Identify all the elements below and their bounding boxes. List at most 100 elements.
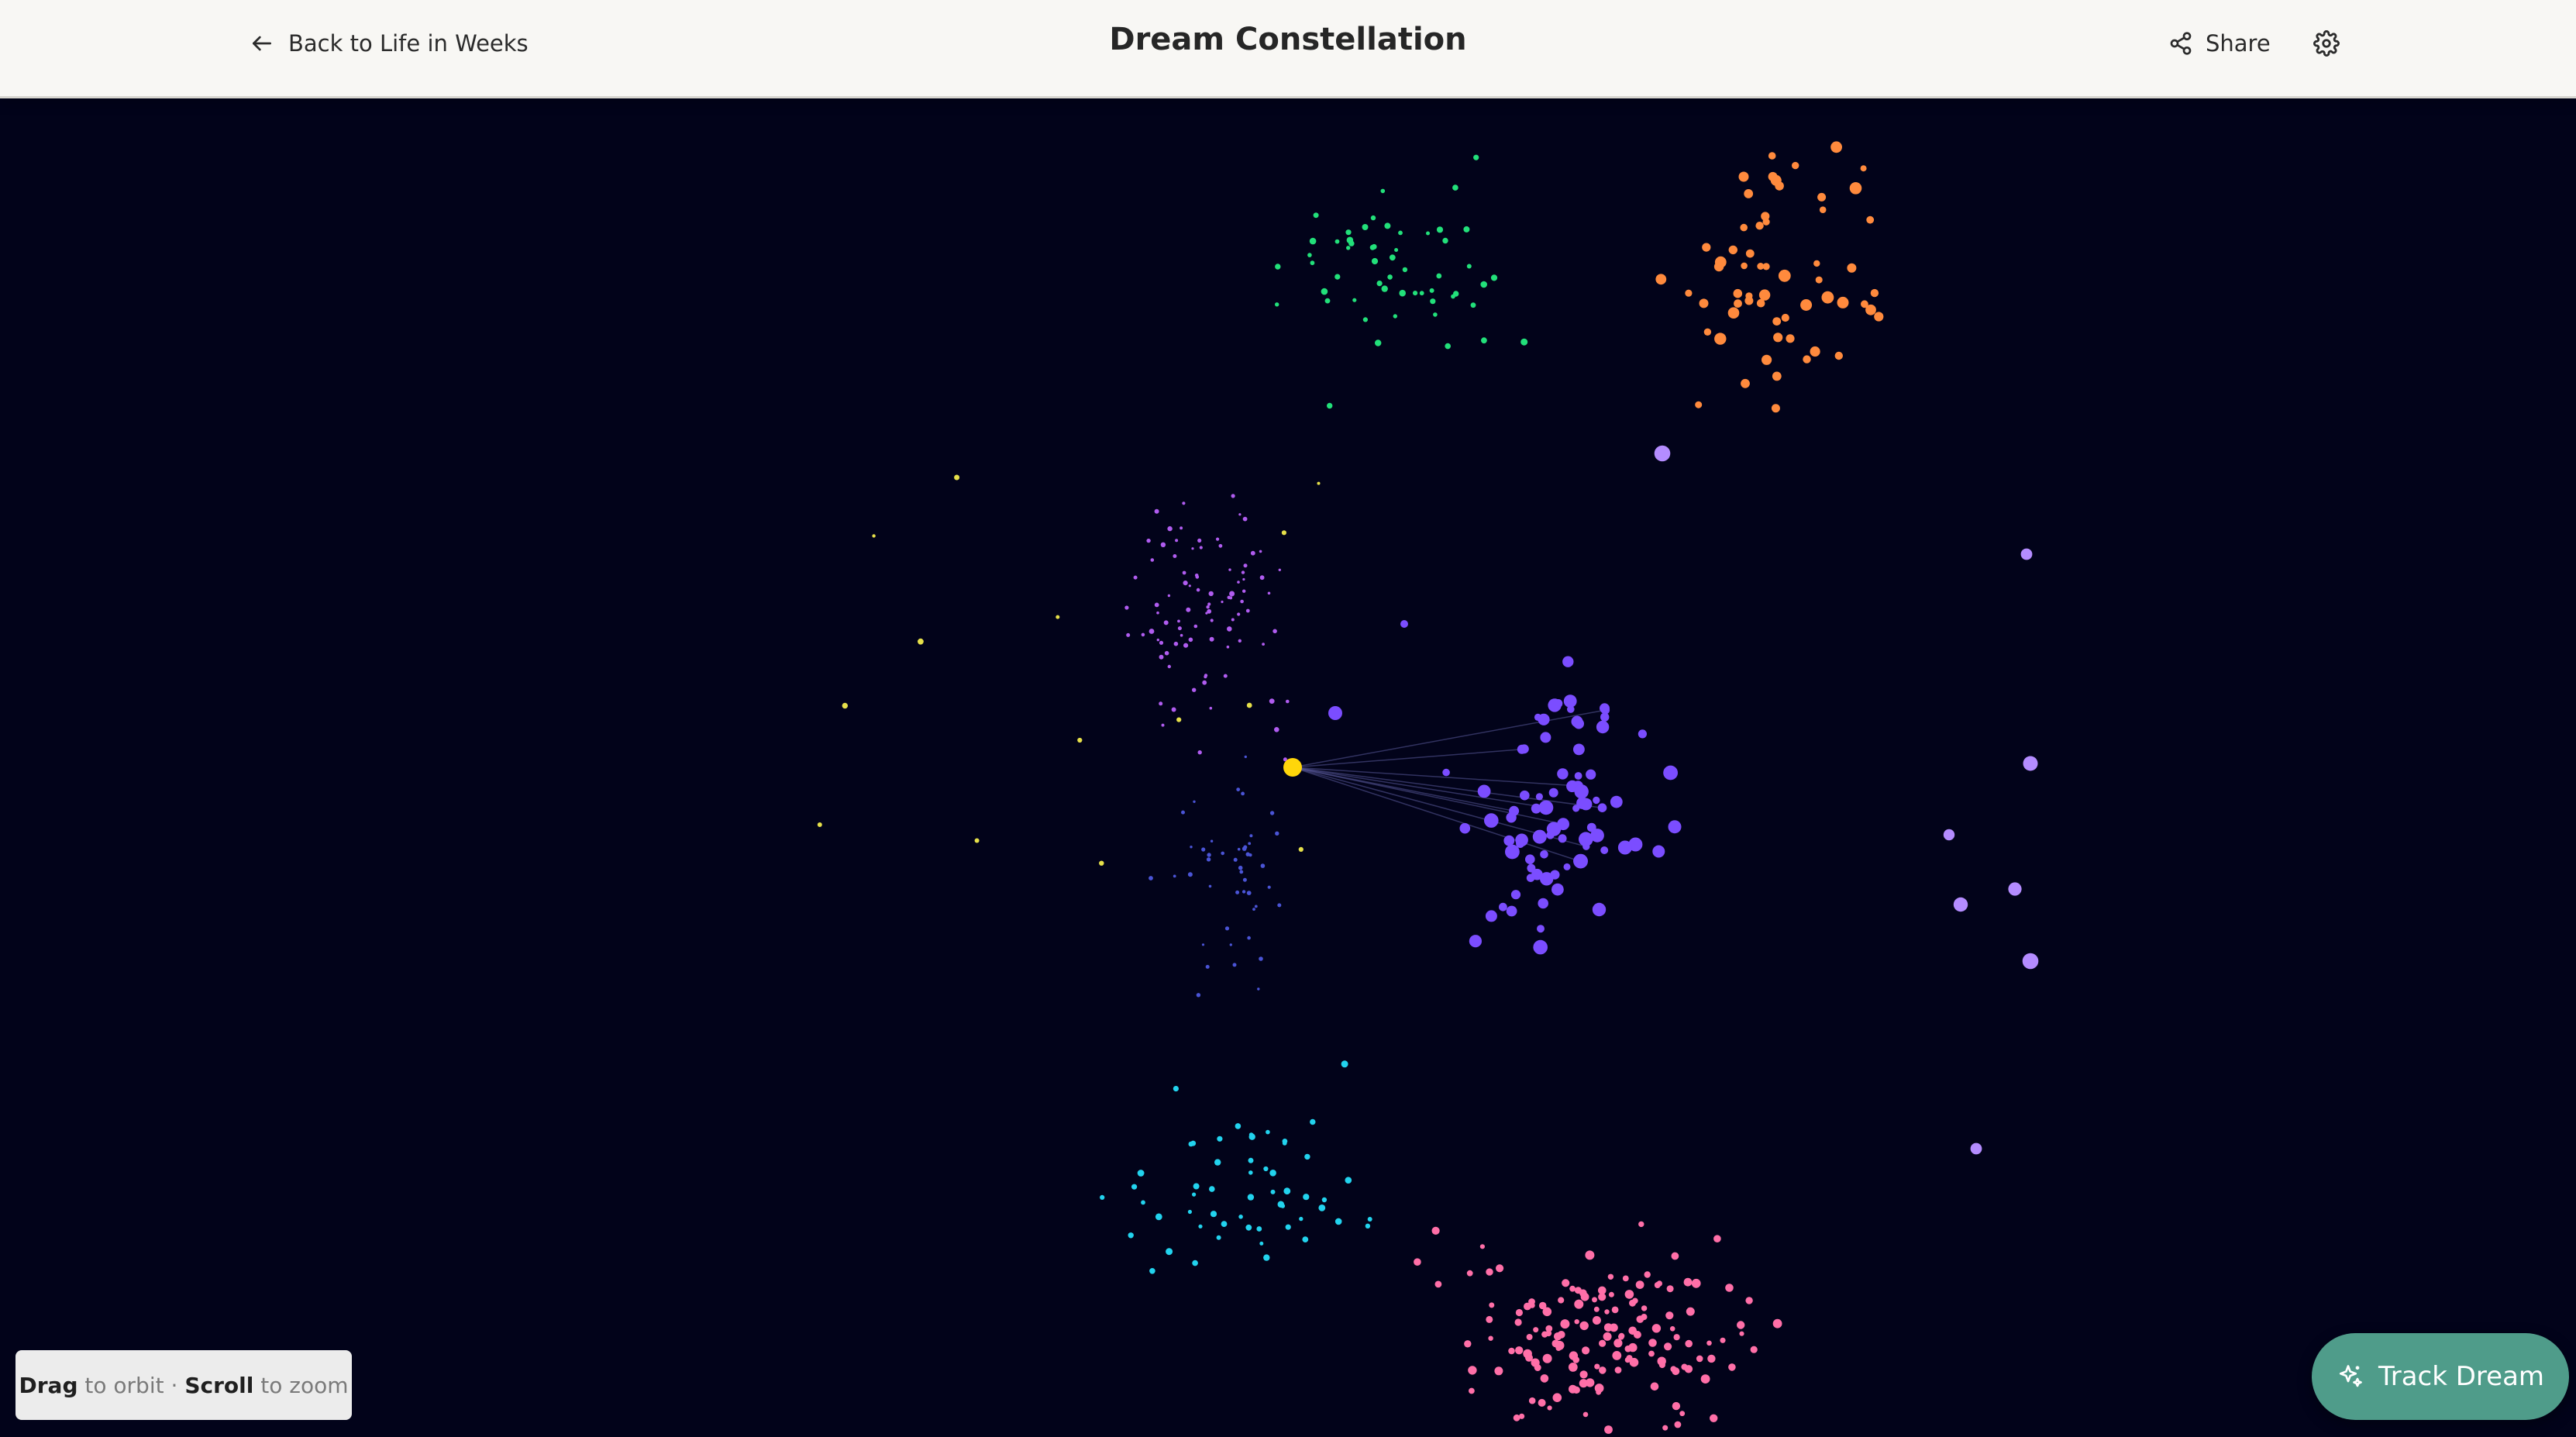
- dream-star-purple[interactable]: [1223, 674, 1228, 678]
- dream-star-purple[interactable]: [1274, 727, 1279, 732]
- dream-star-purple[interactable]: [1238, 639, 1242, 643]
- dream-star-violet[interactable]: [1610, 795, 1623, 808]
- dream-star-pink[interactable]: [1681, 1363, 1688, 1370]
- dream-star-pink[interactable]: [1613, 1339, 1623, 1348]
- dream-star-purple[interactable]: [1221, 600, 1224, 604]
- dream-star-cyan[interactable]: [1235, 1123, 1242, 1129]
- dream-star-purple[interactable]: [1262, 643, 1265, 646]
- dream-star-cyan[interactable]: [1100, 1194, 1105, 1200]
- dream-star-yellow[interactable]: [1099, 860, 1104, 866]
- dream-star-purple[interactable]: [1218, 543, 1223, 548]
- dream-star-blue[interactable]: [1246, 891, 1252, 895]
- dream-star-blue[interactable]: [1206, 857, 1211, 862]
- dream-star-pink[interactable]: [1737, 1321, 1745, 1329]
- dream-star-blue[interactable]: [1241, 791, 1245, 796]
- dream-star-pink[interactable]: [1494, 1366, 1503, 1376]
- dream-star-pink[interactable]: [1685, 1339, 1693, 1348]
- dream-star-pink[interactable]: [1489, 1302, 1495, 1308]
- dream-star-orange[interactable]: [1773, 333, 1783, 343]
- dream-star-green[interactable]: [1275, 264, 1281, 270]
- dream-star-cyan[interactable]: [1247, 1194, 1255, 1201]
- dream-star-violet[interactable]: [1503, 835, 1515, 846]
- dream-star-orange[interactable]: [1847, 263, 1857, 273]
- dream-star-purple[interactable]: [1238, 513, 1242, 516]
- dream-star-yellow[interactable]: [1056, 615, 1060, 619]
- dream-star-orange[interactable]: [1741, 378, 1750, 388]
- dream-star-orange[interactable]: [1834, 351, 1843, 360]
- dream-star-pink[interactable]: [1592, 1297, 1597, 1303]
- dream-star-pink[interactable]: [1582, 1411, 1589, 1418]
- dream-star-orange[interactable]: [1758, 289, 1771, 301]
- dream-star-green[interactable]: [1463, 226, 1470, 233]
- dream-star-orange[interactable]: [1830, 141, 1843, 153]
- dream-star-orange[interactable]: [1810, 346, 1820, 357]
- dream-star-orange[interactable]: [1874, 312, 1884, 322]
- dream-star-pink[interactable]: [1710, 1414, 1718, 1423]
- dream-star-pink[interactable]: [1674, 1421, 1682, 1428]
- dream-star-blue[interactable]: [1277, 903, 1282, 908]
- dream-star-blue[interactable]: [1244, 755, 1248, 759]
- dream-star-blue[interactable]: [1242, 877, 1247, 882]
- dream-star-pink[interactable]: [1568, 1363, 1578, 1372]
- dream-star-yellow[interactable]: [1281, 530, 1286, 536]
- dream-star-yellow[interactable]: [1176, 717, 1182, 722]
- dream-star-lavender[interactable]: [1970, 1142, 1982, 1155]
- dream-star-cyan[interactable]: [1318, 1204, 1326, 1211]
- dream-star-cyan[interactable]: [1217, 1135, 1223, 1142]
- dream-star-yellow[interactable]: [954, 474, 960, 481]
- dream-star-pink[interactable]: [1650, 1382, 1659, 1391]
- dream-star-violet[interactable]: [1557, 768, 1569, 780]
- dream-star-pink[interactable]: [1434, 1280, 1442, 1288]
- dream-star-cyan[interactable]: [1214, 1159, 1221, 1166]
- dream-star-pink[interactable]: [1553, 1332, 1562, 1341]
- dream-star-violet[interactable]: [1663, 765, 1679, 781]
- dream-star-blue[interactable]: [1254, 905, 1258, 908]
- dream-star-violet[interactable]: [1652, 845, 1665, 858]
- dream-star-purple[interactable]: [1242, 516, 1248, 522]
- dream-star-orange[interactable]: [1817, 192, 1827, 202]
- dream-star-violet[interactable]: [1538, 898, 1548, 909]
- dream-star-pink[interactable]: [1706, 1340, 1712, 1346]
- dream-star-pink[interactable]: [1679, 1411, 1686, 1417]
- dream-star-green[interactable]: [1402, 267, 1408, 273]
- dream-star-purple[interactable]: [1177, 619, 1180, 623]
- dream-star-orange[interactable]: [1702, 243, 1711, 252]
- dream-star-blue[interactable]: [1173, 874, 1176, 878]
- dream-star-violet[interactable]: [1328, 706, 1342, 720]
- dream-star-purple[interactable]: [1167, 594, 1171, 598]
- dream-star-cyan[interactable]: [1210, 1211, 1217, 1218]
- dream-star-violet[interactable]: [1574, 784, 1589, 799]
- dream-star-purple[interactable]: [1141, 632, 1145, 637]
- dream-star-orange[interactable]: [1849, 182, 1862, 195]
- dream-star-orange[interactable]: [1771, 404, 1780, 413]
- dream-star-pink[interactable]: [1612, 1351, 1622, 1360]
- dream-star-pink[interactable]: [1574, 1299, 1584, 1309]
- dream-star-cyan[interactable]: [1245, 1224, 1252, 1231]
- dream-star-yellow[interactable]: [1317, 481, 1321, 485]
- dream-star-purple[interactable]: [1167, 526, 1173, 532]
- dream-star-purple[interactable]: [1227, 595, 1231, 599]
- dream-star-purple[interactable]: [1173, 554, 1177, 558]
- dream-star-purple[interactable]: [1156, 638, 1160, 642]
- dream-star-pink[interactable]: [1658, 1361, 1665, 1369]
- dream-star-green[interactable]: [1426, 231, 1430, 236]
- dream-star-orange[interactable]: [1756, 298, 1765, 308]
- dream-star-green[interactable]: [1387, 274, 1393, 280]
- dream-star-violet[interactable]: [1469, 935, 1482, 948]
- dream-star-cyan[interactable]: [1238, 1215, 1243, 1219]
- back-link[interactable]: Back to Life in Weeks: [250, 26, 529, 60]
- dream-star-pink[interactable]: [1569, 1285, 1576, 1292]
- dream-star-violet[interactable]: [1571, 715, 1583, 728]
- dream-star-cyan[interactable]: [1283, 1187, 1291, 1195]
- dream-star-lavender[interactable]: [2020, 548, 2033, 560]
- dream-star-pink[interactable]: [1594, 1363, 1600, 1370]
- dream-star-green[interactable]: [1371, 257, 1379, 265]
- dream-star-pink[interactable]: [1696, 1355, 1703, 1363]
- dream-star-cyan[interactable]: [1345, 1177, 1352, 1184]
- dream-star-purple[interactable]: [1207, 602, 1211, 606]
- dream-star-purple[interactable]: [1237, 612, 1241, 616]
- dream-star-purple[interactable]: [1161, 723, 1165, 727]
- dream-star-cyan[interactable]: [1131, 1184, 1138, 1190]
- dream-star-pink[interactable]: [1540, 1374, 1549, 1383]
- dream-star-blue[interactable]: [1238, 865, 1243, 870]
